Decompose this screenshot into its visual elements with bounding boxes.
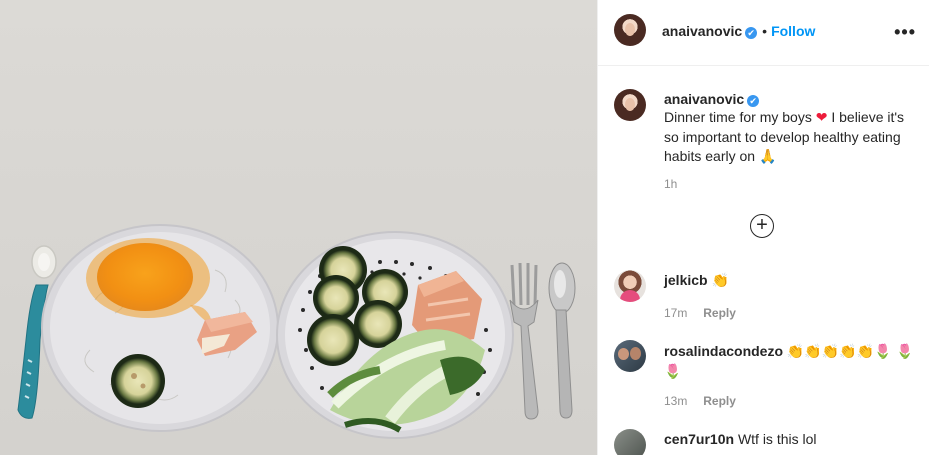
knife bbox=[548, 262, 576, 419]
comment-timestamp[interactable]: 13m bbox=[664, 394, 687, 408]
verified-badge-icon: ✔ bbox=[745, 27, 758, 39]
comment-item: jelkicb 👏 bbox=[664, 271, 919, 291]
caption-text: Dinner time for my boys ❤ I believe it's… bbox=[664, 108, 914, 167]
load-more-comments-icon[interactable]: + bbox=[750, 214, 774, 238]
author-line: anaivanovic ✔ • Follow bbox=[662, 23, 815, 39]
comment-meta: 17m Reply bbox=[664, 304, 736, 320]
commenter-avatar[interactable] bbox=[614, 340, 646, 372]
reply-button[interactable]: Reply bbox=[703, 394, 736, 408]
post-side-panel: anaivanovic ✔ • Follow ••• anaivanovic ✔ Din… bbox=[597, 0, 929, 455]
commenter-avatar[interactable] bbox=[614, 429, 646, 455]
verified-badge-icon: ✔ bbox=[747, 95, 760, 107]
more-options-icon[interactable]: ••• bbox=[894, 22, 916, 43]
separator-dot: • bbox=[762, 23, 768, 39]
comment-text: 👏 bbox=[711, 273, 729, 289]
comment-meta: 13m Reply bbox=[664, 392, 736, 408]
commenter-username[interactable]: cen7ur10n bbox=[664, 431, 734, 447]
comment-item: cen7ur10n Wtf is this lol bbox=[664, 430, 919, 449]
fork bbox=[509, 262, 539, 420]
food-photo-illustration bbox=[17, 224, 576, 439]
commenter-username[interactable]: rosalindacondezo bbox=[664, 343, 783, 359]
post-photo[interactable] bbox=[0, 0, 597, 455]
comment-item: rosalindacondezo 👏👏👏👏👏🌷 🌷🌷 bbox=[664, 342, 919, 382]
heart-emoji-icon: ❤ bbox=[815, 110, 828, 126]
pray-emoji-icon: 🙏 bbox=[758, 149, 777, 165]
follow-button[interactable]: Follow bbox=[771, 23, 815, 39]
caption-author-avatar[interactable] bbox=[614, 89, 646, 121]
author-avatar[interactable] bbox=[614, 14, 646, 46]
comment-text: Wtf is this lol bbox=[737, 431, 817, 447]
caption-header: anaivanovic ✔ bbox=[664, 91, 760, 107]
author-username[interactable]: anaivanovic bbox=[662, 23, 742, 39]
commenter-username[interactable]: jelkicb bbox=[664, 272, 708, 288]
left-plate bbox=[41, 224, 279, 432]
caption-timestamp[interactable]: 1h bbox=[664, 177, 677, 191]
caption-text-part1: Dinner time for my boys bbox=[664, 109, 812, 125]
reply-button[interactable]: Reply bbox=[703, 306, 736, 320]
right-plate bbox=[276, 231, 514, 439]
caption-username[interactable]: anaivanovic bbox=[664, 91, 744, 107]
post-header: anaivanovic ✔ • Follow ••• bbox=[598, 0, 929, 66]
commenter-avatar[interactable] bbox=[614, 270, 646, 302]
comment-timestamp[interactable]: 17m bbox=[664, 306, 687, 320]
